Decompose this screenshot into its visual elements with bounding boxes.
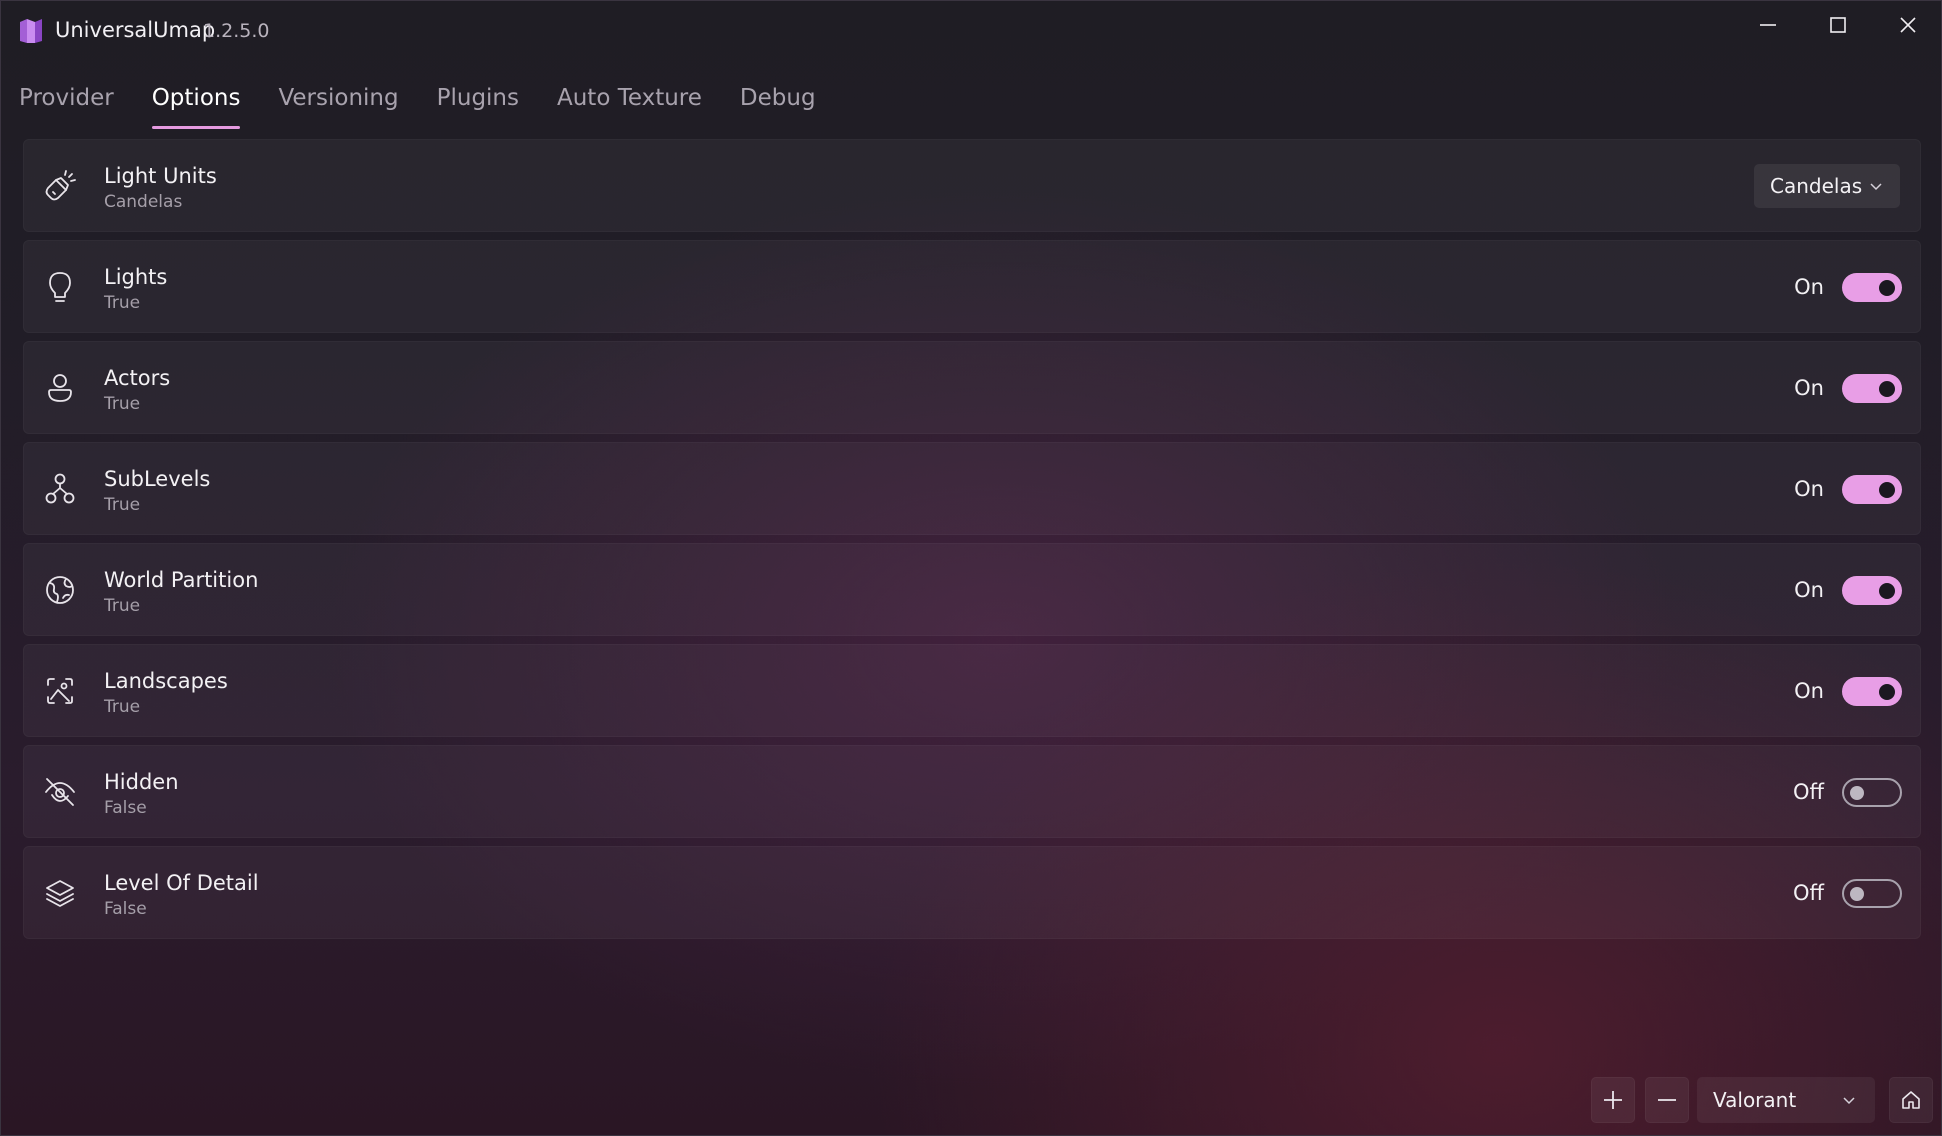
actors-toggle[interactable] <box>1842 374 1902 403</box>
setting-sublevels: SubLevels True On <box>23 442 1921 535</box>
tab-versioning[interactable]: Versioning <box>278 81 398 129</box>
toggle-knob <box>1879 380 1895 397</box>
game-select-dropdown[interactable]: Valorant <box>1697 1077 1875 1123</box>
light-units-dropdown[interactable]: Candelas <box>1754 164 1900 208</box>
setting-lights: Lights True On <box>23 240 1921 333</box>
setting-title: Hidden <box>104 770 179 794</box>
toggle-state-label: Off <box>1793 780 1824 804</box>
eye-off-icon <box>42 774 78 810</box>
toggle-knob <box>1879 582 1895 599</box>
landscapes-toggle[interactable] <box>1842 677 1902 706</box>
lightbulb-icon <box>42 269 78 305</box>
home-button[interactable] <box>1889 1077 1933 1123</box>
setting-value: False <box>104 798 147 818</box>
minimize-button[interactable] <box>1733 1 1803 49</box>
setting-title: Light Units <box>104 164 217 188</box>
tab-debug[interactable]: Debug <box>740 81 816 129</box>
setting-title: World Partition <box>104 568 259 592</box>
world-partition-toggle[interactable] <box>1842 576 1902 605</box>
tab-provider[interactable]: Provider <box>19 81 114 129</box>
plus-icon <box>1604 1091 1622 1109</box>
setting-landscapes: Landscapes True On <box>23 644 1921 737</box>
app-title: UniversalUmap <box>55 18 216 42</box>
setting-world-partition: World Partition True On <box>23 543 1921 636</box>
landscape-image-icon <box>42 673 78 709</box>
toggle-knob <box>1850 785 1864 800</box>
dropdown-selected-value: Candelas <box>1770 174 1863 198</box>
hidden-toggle[interactable] <box>1842 778 1902 807</box>
tab-auto-texture[interactable]: Auto Texture <box>557 81 702 129</box>
app-version: 1.2.5.0 <box>203 20 270 42</box>
setting-value: True <box>104 394 141 414</box>
setting-actors: Actors True On <box>23 341 1921 434</box>
toggle-knob <box>1879 279 1895 296</box>
options-list: Light Units Candelas Candelas Lights Tru… <box>23 139 1921 947</box>
maximize-button[interactable] <box>1803 1 1873 49</box>
minimize-icon <box>1760 24 1776 26</box>
setting-hidden: Hidden False Off <box>23 745 1921 838</box>
title-bar[interactable]: UniversalUmap 1.2.5.0 <box>1 1 1941 61</box>
toggle-state-label: On <box>1794 376 1824 400</box>
setting-value: False <box>104 899 147 919</box>
setting-value: True <box>104 293 141 313</box>
layers-icon <box>42 875 78 911</box>
toggle-knob <box>1879 481 1895 498</box>
toggle-state-label: On <box>1794 578 1824 602</box>
maximize-icon <box>1830 17 1846 33</box>
setting-value: True <box>104 697 141 717</box>
add-button[interactable] <box>1591 1077 1635 1123</box>
setting-value: True <box>104 495 141 515</box>
lights-toggle[interactable] <box>1842 273 1902 302</box>
setting-title: Actors <box>104 366 171 390</box>
setting-title: SubLevels <box>104 467 211 491</box>
chevron-down-icon <box>1870 183 1882 191</box>
app-logo-icon <box>20 19 42 43</box>
setting-level-of-detail: Level Of Detail False Off <box>23 846 1921 939</box>
level-of-detail-toggle[interactable] <box>1842 879 1902 908</box>
setting-light-units: Light Units Candelas Candelas <box>23 139 1921 232</box>
app-window: UniversalUmap 1.2.5.0 Provider Options V… <box>0 0 1942 1136</box>
chevron-down-icon <box>1843 1097 1855 1105</box>
tab-plugins[interactable]: Plugins <box>437 81 519 129</box>
sublevels-toggle[interactable] <box>1842 475 1902 504</box>
close-button[interactable] <box>1873 1 1942 49</box>
setting-value: Candelas <box>104 192 183 212</box>
close-icon <box>1900 17 1916 33</box>
minus-icon <box>1658 1099 1676 1101</box>
toggle-state-label: On <box>1794 477 1824 501</box>
toggle-knob <box>1850 886 1864 901</box>
toggle-state-label: On <box>1794 679 1824 703</box>
tab-bar: Provider Options Versioning Plugins Auto… <box>19 81 854 133</box>
setting-title: Level Of Detail <box>104 871 259 895</box>
hierarchy-icon <box>42 471 78 507</box>
toggle-state-label: Off <box>1793 881 1824 905</box>
flashlight-icon <box>42 168 78 204</box>
home-icon <box>1902 1091 1920 1109</box>
remove-button[interactable] <box>1645 1077 1689 1123</box>
active-tab-indicator <box>151 126 241 129</box>
setting-title: Lights <box>104 265 168 289</box>
tab-options[interactable]: Options <box>151 81 241 129</box>
globe-icon <box>42 572 78 608</box>
person-icon <box>42 370 78 406</box>
toggle-state-label: On <box>1794 275 1824 299</box>
setting-value: True <box>104 596 141 616</box>
setting-title: Landscapes <box>104 669 228 693</box>
game-selected-value: Valorant <box>1713 1088 1797 1112</box>
toggle-knob <box>1879 683 1895 700</box>
